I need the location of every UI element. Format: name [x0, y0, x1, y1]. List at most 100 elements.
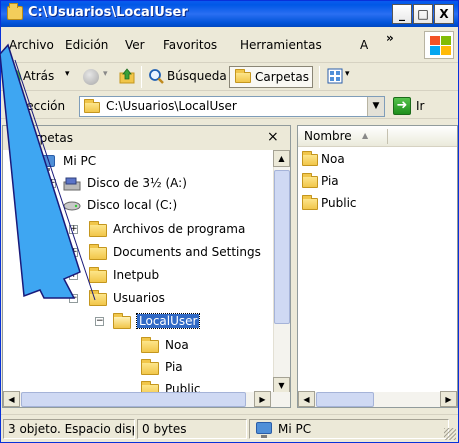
list-item-label: Pia	[321, 174, 339, 188]
menu-archivo[interactable]: Archivo	[9, 38, 54, 52]
computer-icon	[256, 422, 272, 438]
tree-item-noa[interactable]: Noa	[141, 336, 251, 356]
list-item-label: Public	[321, 196, 357, 210]
folder-icon	[302, 195, 318, 210]
tree-item-label: LocalUser	[135, 313, 201, 329]
folder-icon	[89, 221, 107, 237]
go-button[interactable]: Ir	[416, 99, 424, 113]
status-location-label: Mi PC	[278, 422, 312, 436]
tree-item-localuser[interactable]: LocalUser	[113, 312, 263, 332]
address-input[interactable]: C:\Usuarios\LocalUser ▼	[79, 96, 385, 117]
toolbar-separator	[319, 66, 320, 88]
tree-item-label: Documents and Settings	[113, 245, 261, 259]
scroll-right-arrow-icon[interactable]: ▶	[254, 391, 271, 407]
folders-pane-header: Carpetas ×	[3, 126, 290, 150]
folder-icon	[141, 359, 159, 375]
back-button[interactable]: Atrás	[23, 69, 54, 87]
folder-icon	[7, 3, 23, 20]
sort-ascending-icon: ▲	[362, 131, 369, 140]
menu-herramientas[interactable]: Herramientas	[240, 38, 322, 52]
scroll-right-arrow-icon[interactable]: ▶	[440, 391, 457, 407]
tree-item-local-disk[interactable]: Disco local (C:)	[63, 196, 263, 216]
back-arrow-icon[interactable]	[5, 69, 21, 85]
title-bar[interactable]: C:\Usuarios\LocalUser _ □ X	[1, 1, 458, 27]
scroll-left-arrow-icon[interactable]: ◀	[3, 391, 20, 407]
tree-item-label: Usuarios	[113, 291, 165, 305]
folder-icon	[302, 173, 318, 188]
folder-icon	[141, 337, 159, 353]
windows-logo-icon	[424, 31, 454, 59]
close-button[interactable]: X	[434, 4, 454, 24]
menu-bar: Archivo Edición Ver Favoritos Herramient…	[1, 27, 458, 63]
column-header-label: Nombre	[304, 129, 352, 143]
folder-open-icon	[113, 313, 131, 329]
search-icon	[148, 68, 164, 84]
back-dropdown-chevron-icon[interactable]: ▾	[65, 69, 70, 87]
folders-toggle-button[interactable]: Carpetas	[229, 66, 313, 88]
menu-ver[interactable]: Ver	[125, 38, 145, 52]
scroll-left-arrow-icon[interactable]: ◀	[298, 391, 315, 407]
tree-item-label: Pia	[165, 360, 183, 374]
tree-item-usuarios[interactable]: Usuarios	[89, 289, 239, 309]
menu-favoritos[interactable]: Favoritos	[163, 38, 217, 52]
toolbar-separator	[141, 66, 142, 88]
tree-item-mi-pc[interactable]: Mi PC	[39, 152, 199, 172]
contents-pane: Nombre ▲ Noa Pia Public ◀ ▶	[297, 125, 458, 408]
window-title: C:\Usuarios\LocalUser	[28, 5, 188, 20]
tree-item-inetpub[interactable]: Inetpub	[89, 266, 239, 286]
column-header-nombre[interactable]: Nombre ▲	[298, 126, 457, 147]
address-dropdown-chevron-icon[interactable]: ▼	[367, 97, 384, 116]
tree-expander[interactable]: +	[69, 271, 78, 280]
contents-horizontal-scrollbar[interactable]: ◀ ▶	[298, 391, 457, 407]
menu-ayuda[interactable]: A	[360, 38, 368, 52]
forward-dropdown-chevron-icon[interactable]: ▾	[103, 69, 108, 87]
views-dropdown-chevron-icon[interactable]: ▾	[345, 69, 350, 87]
folder-icon	[84, 99, 100, 113]
folder-icon	[235, 69, 251, 83]
status-bar: 3 objeto. Espacio disp 0 bytes Mi PC	[1, 414, 458, 442]
tree-expander[interactable]: +	[69, 248, 78, 257]
explorer-window: C:\Usuarios\LocalUser _ □ X Archivo Edic…	[0, 0, 459, 443]
resize-grip-icon[interactable]	[444, 428, 456, 440]
computer-icon	[39, 155, 55, 171]
scrollbar-thumb[interactable]	[274, 170, 290, 324]
scroll-up-arrow-icon[interactable]: ▲	[273, 150, 290, 167]
forward-arrow-icon[interactable]	[83, 69, 99, 85]
status-object-count: 3 objeto. Espacio disp	[3, 419, 135, 439]
standard-toolbar: Atrás ▾ ▾ Búsqueda Carpetas ▾	[1, 63, 458, 91]
scrollbar-thumb[interactable]	[316, 392, 374, 407]
folders-pane-close-button[interactable]: ×	[267, 129, 279, 145]
views-icon[interactable]	[327, 68, 343, 84]
maximize-button[interactable]: □	[413, 4, 433, 24]
search-button[interactable]: Búsqueda	[167, 69, 227, 87]
drive-icon	[63, 201, 81, 211]
up-folder-icon[interactable]	[119, 68, 135, 84]
go-arrow-icon[interactable]: ➜	[393, 97, 411, 115]
folders-horizontal-scrollbar[interactable]: ◀ ▶	[3, 391, 290, 407]
column-divider[interactable]	[387, 129, 388, 144]
tree-item-documents-and-settings[interactable]: Documents and Settings	[89, 243, 272, 263]
address-value: C:\Usuarios\LocalUser	[106, 99, 237, 113]
menu-overflow-chevron[interactable]: »	[386, 31, 394, 45]
scrollbar-thumb[interactable]	[21, 392, 246, 407]
tree-item-archivos-de-programa[interactable]: Archivos de programa	[89, 220, 272, 240]
tree-item-label: Disco local (C:)	[87, 198, 178, 212]
menu-edicion[interactable]: Edición	[65, 38, 108, 52]
floppy-icon	[63, 177, 81, 191]
minimize-button[interactable]: _	[392, 4, 412, 24]
tree-item-label: Mi PC	[63, 154, 97, 168]
folder-icon	[89, 244, 107, 260]
address-label: Dirección	[9, 99, 66, 113]
folders-pane-title: Carpetas	[19, 131, 73, 145]
tree-item-pia[interactable]: Pia	[141, 358, 251, 378]
tree-item-label: Noa	[165, 338, 189, 352]
folders-pane: Carpetas × Mi PC + Disco de 3½ (A:) − Di…	[2, 125, 291, 408]
tree-expander[interactable]: −	[95, 317, 104, 326]
tree-expander[interactable]: −	[69, 294, 78, 303]
folders-vertical-scrollbar[interactable]: ▲ ▼	[273, 150, 290, 394]
tree-expander[interactable]: −	[47, 201, 56, 210]
tree-item-floppy[interactable]: Disco de 3½ (A:)	[63, 174, 263, 194]
folder-icon	[89, 290, 107, 306]
tree-expander[interactable]: +	[47, 179, 56, 188]
tree-expander[interactable]: +	[69, 225, 78, 234]
